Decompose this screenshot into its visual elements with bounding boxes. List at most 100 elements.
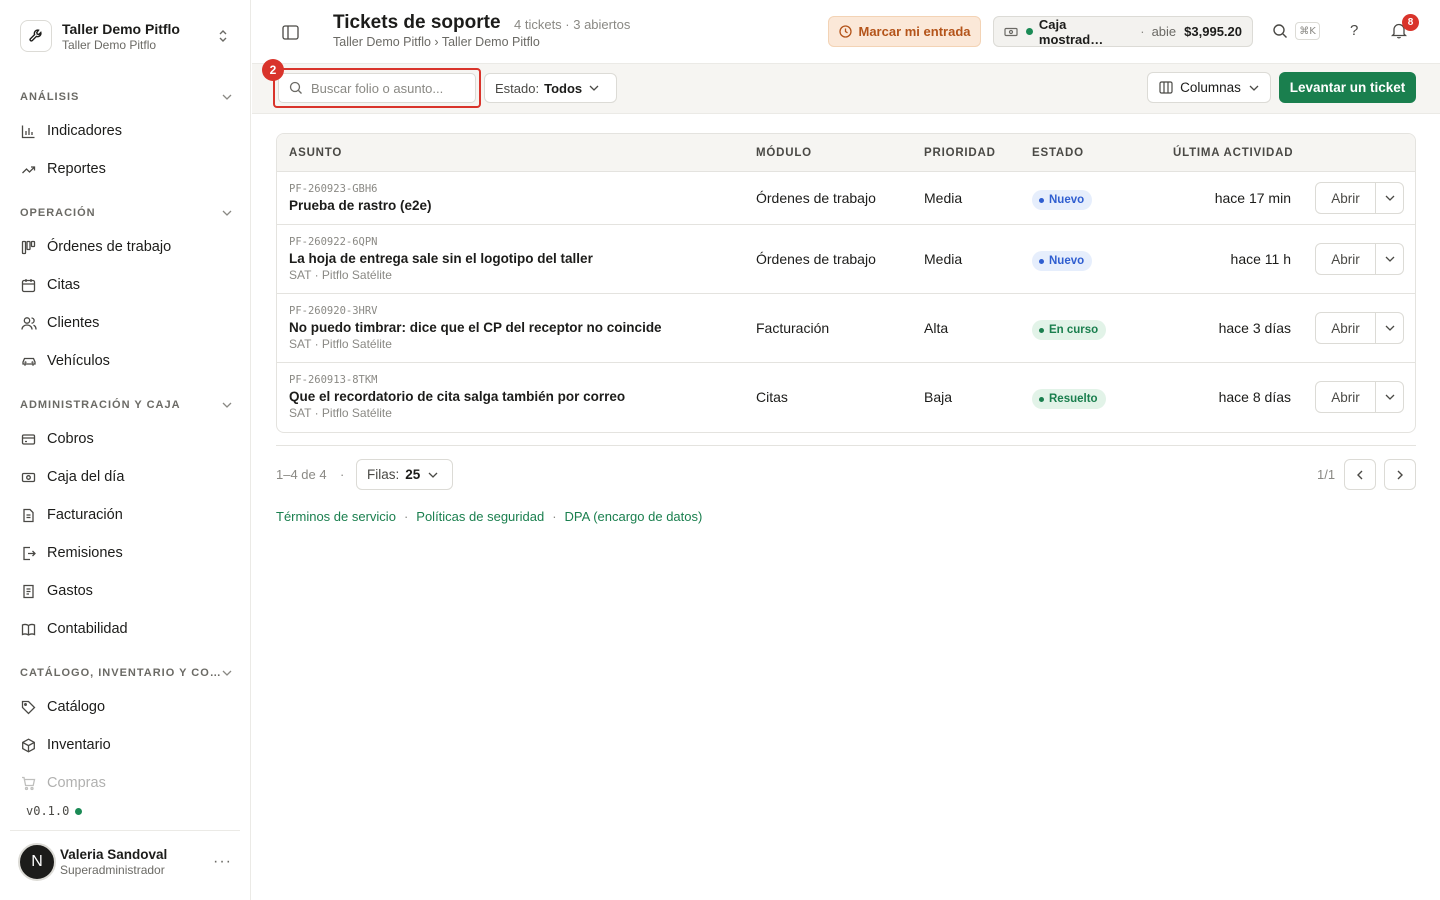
trend-icon bbox=[20, 161, 37, 178]
open-button-group: Abrir bbox=[1315, 381, 1404, 413]
status-text: Nuevo bbox=[1049, 194, 1085, 206]
sidebar-item-ordenes[interactable]: Órdenes de trabajo bbox=[10, 230, 240, 264]
chevron-down-icon bbox=[589, 85, 599, 91]
status-dot bbox=[75, 807, 83, 815]
ticket-subject[interactable]: No puedo timbrar: dice que el CP del rec… bbox=[289, 320, 662, 335]
cash-register-selector[interactable]: Caja mostrad… · abie $3,995.20 bbox=[993, 16, 1253, 47]
sidebar-item-clientes[interactable]: Clientes bbox=[10, 306, 240, 340]
search-icon[interactable] bbox=[1272, 23, 1288, 39]
sidebar-item-catalogo[interactable]: Catálogo bbox=[10, 690, 240, 724]
sidebar-item-compras[interactable]: Compras bbox=[10, 766, 240, 800]
ticket-subject[interactable]: Prueba de rastro (e2e) bbox=[289, 198, 432, 213]
user-menu[interactable]: N Valeria Sandoval Superadministrador ··… bbox=[18, 842, 240, 882]
help-icon[interactable]: ? bbox=[1350, 22, 1358, 39]
sidebar-item-label: Gastos bbox=[47, 583, 93, 599]
toolbar: Estado: Todos Columnas Levantar un ticke… bbox=[252, 64, 1440, 114]
column-header-activity[interactable]: ÚLTIMA ACTIVIDAD bbox=[1173, 147, 1293, 159]
column-header-priority[interactable]: PRIORIDAD bbox=[924, 147, 996, 159]
security-policy-link[interactable]: Políticas de seguridad bbox=[416, 509, 544, 524]
chevron-down-icon[interactable] bbox=[1376, 382, 1403, 412]
chevron-down-icon[interactable] bbox=[1376, 313, 1403, 343]
more-icon[interactable]: ··· bbox=[213, 853, 240, 871]
sidebar-item-label: Facturación bbox=[47, 507, 123, 523]
section-analisis[interactable]: ANÁLISIS bbox=[20, 87, 232, 107]
prev-page-button[interactable] bbox=[1344, 459, 1376, 490]
sidebar-item-gastos[interactable]: Gastos bbox=[10, 574, 240, 608]
sidebar-item-label: Clientes bbox=[47, 315, 100, 331]
clock-in-button[interactable]: Marcar mi entrada bbox=[828, 16, 981, 47]
status-dot bbox=[1026, 28, 1033, 35]
status-text: En curso bbox=[1049, 324, 1099, 336]
sidebar-toggle-icon[interactable] bbox=[280, 22, 300, 42]
status-filter-label: Estado: bbox=[495, 80, 540, 96]
sidebar-item-facturacion[interactable]: Facturación bbox=[10, 498, 240, 532]
open-button-group: Abrir bbox=[1315, 243, 1404, 275]
sidebar-item-vehiculos[interactable]: Vehículos bbox=[10, 344, 240, 378]
page-meta: 4 tickets · 3 abiertos bbox=[514, 17, 631, 32]
columns-icon bbox=[1159, 81, 1173, 94]
sidebar-item-label: Remisiones bbox=[47, 545, 123, 561]
divider bbox=[10, 830, 240, 831]
status-filter[interactable]: Estado: Todos bbox=[484, 73, 617, 103]
table-row[interactable]: PF-260922-6QPN La hoja de entrega sale s… bbox=[277, 225, 1415, 294]
register-name: Caja mostrad… bbox=[1038, 16, 1104, 47]
search-highlight bbox=[273, 68, 481, 108]
ticket-subject[interactable]: La hoja de entrega sale sin el logotipo … bbox=[289, 251, 593, 266]
car-icon bbox=[20, 353, 37, 370]
chevron-down-icon bbox=[222, 94, 232, 100]
new-ticket-button[interactable]: Levantar un ticket bbox=[1279, 72, 1416, 103]
sidebar-item-reportes[interactable]: Reportes bbox=[10, 152, 240, 186]
open-button[interactable]: Abrir bbox=[1316, 244, 1376, 274]
terms-link[interactable]: Términos de servicio bbox=[276, 509, 396, 524]
status-dot bbox=[1039, 258, 1044, 264]
ticket-folio: PF-260923-GBH6 bbox=[289, 183, 378, 195]
section-title: OPERACIÓN bbox=[20, 207, 96, 219]
chevron-down-icon[interactable] bbox=[1376, 244, 1403, 274]
notification-badge: 8 bbox=[1402, 14, 1419, 31]
wrench-icon bbox=[20, 20, 52, 52]
ticket-folio: PF-260922-6QPN bbox=[289, 236, 378, 248]
table-row[interactable]: PF-260913-8TKM Que el recordatorio de ci… bbox=[277, 363, 1415, 432]
divider bbox=[276, 445, 1416, 446]
ticket-priority: Alta bbox=[924, 320, 949, 336]
section-operacion[interactable]: OPERACIÓN bbox=[20, 203, 232, 223]
open-button[interactable]: Abrir bbox=[1316, 183, 1376, 213]
next-page-button[interactable] bbox=[1384, 459, 1416, 490]
status-dot bbox=[1039, 197, 1044, 203]
columns-label: Columnas bbox=[1180, 80, 1241, 95]
column-header-module[interactable]: MÓDULO bbox=[756, 147, 812, 159]
invoice-icon bbox=[20, 507, 37, 524]
sidebar-item-cobros[interactable]: Cobros bbox=[10, 422, 240, 456]
column-header-status[interactable]: ESTADO bbox=[1032, 147, 1084, 159]
ticket-subject[interactable]: Que el recordatorio de cita salga tambié… bbox=[289, 389, 625, 404]
search-field[interactable] bbox=[278, 73, 476, 103]
sidebar-item-citas[interactable]: Citas bbox=[10, 268, 240, 302]
sidebar-item-inventario[interactable]: Inventario bbox=[10, 728, 240, 762]
sidebar-item-remisiones[interactable]: Remisiones bbox=[10, 536, 240, 570]
search-input[interactable] bbox=[311, 80, 471, 96]
register-amount: $3,995.20 bbox=[1184, 24, 1242, 39]
open-button[interactable]: Abrir bbox=[1316, 382, 1376, 412]
pagination-range: 1–4 de 4 bbox=[276, 467, 327, 482]
section-administracion[interactable]: ADMINISTRACIÓN Y CAJA bbox=[20, 395, 232, 415]
table-row[interactable]: PF-260920-3HRV No puedo timbrar: dice qu… bbox=[277, 294, 1415, 363]
shortcut-hint: ⌘K bbox=[1295, 22, 1320, 40]
dpa-link[interactable]: DPA (encargo de datos) bbox=[565, 509, 703, 524]
status-dot bbox=[1039, 327, 1044, 333]
chevron-down-icon bbox=[428, 472, 438, 478]
open-button[interactable]: Abrir bbox=[1316, 313, 1376, 343]
columns-button[interactable]: Columnas bbox=[1147, 72, 1271, 103]
sidebar: Taller Demo Pitflo Taller Demo Pitflo AN… bbox=[0, 0, 251, 900]
table-row[interactable]: PF-260923-GBH6 Prueba de rastro (e2e) Ór… bbox=[277, 172, 1415, 225]
sidebar-item-caja[interactable]: Caja del día bbox=[10, 460, 240, 494]
org-switcher[interactable]: Taller Demo Pitflo Taller Demo Pitflo bbox=[10, 10, 240, 62]
rows-per-page-select[interactable]: Filas: 25 bbox=[356, 459, 453, 490]
sidebar-item-indicadores[interactable]: Indicadores bbox=[10, 114, 240, 148]
chevron-down-icon[interactable] bbox=[1376, 183, 1403, 213]
section-catalogo[interactable]: CATÁLOGO, INVENTARIO Y CO… bbox=[20, 663, 232, 683]
app-version: v0.1.0 bbox=[26, 804, 83, 818]
register-status: abie bbox=[1151, 24, 1177, 39]
column-header-subject[interactable]: ASUNTO bbox=[289, 147, 342, 159]
sidebar-item-contabilidad[interactable]: Contabilidad bbox=[10, 612, 240, 646]
open-button-group: Abrir bbox=[1315, 182, 1404, 214]
